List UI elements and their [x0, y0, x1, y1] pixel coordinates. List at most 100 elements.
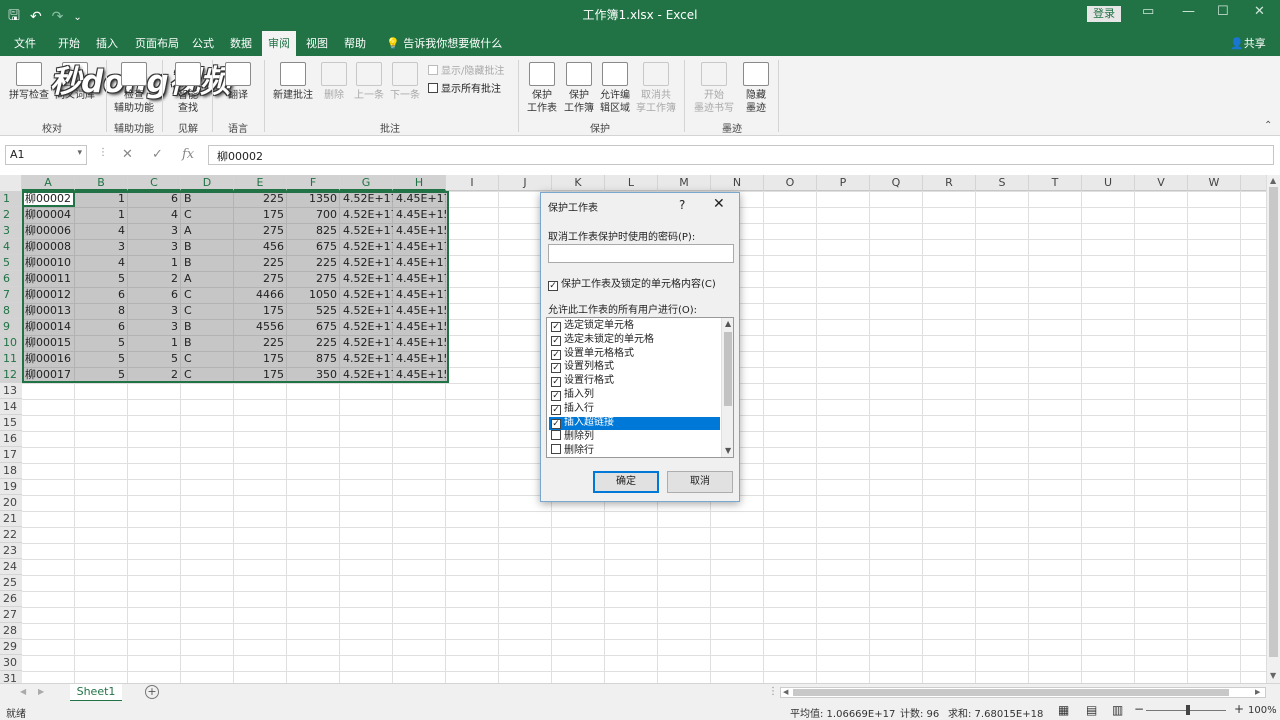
vertical-scroll-thumb[interactable]: [1269, 187, 1278, 657]
cell-g3[interactable]: 4.52E+17: [340, 223, 393, 239]
cell-f12[interactable]: 350: [287, 367, 340, 383]
next-comment-button[interactable]: 下一条: [388, 62, 422, 102]
row-header-12[interactable]: 12: [0, 367, 22, 383]
checkbox-checked-icon[interactable]: ✓: [551, 377, 561, 388]
cell-c1[interactable]: 6: [128, 191, 181, 207]
row-header-24[interactable]: 24: [0, 559, 22, 575]
cell-b5[interactable]: 4: [75, 255, 128, 271]
tell-me-box[interactable]: 💡 告诉我你想要做什么: [386, 35, 502, 51]
protect-workbook-button[interactable]: 保护 工作簿: [561, 62, 597, 115]
cell-f1[interactable]: 1350: [287, 191, 340, 207]
column-header-v[interactable]: V: [1135, 175, 1188, 191]
cell-e1[interactable]: 225: [234, 191, 287, 207]
cell-h12[interactable]: 4.45E+15: [393, 367, 446, 383]
checkbox-checked-icon[interactable]: ✓: [551, 404, 561, 415]
cell-d10[interactable]: B: [181, 335, 234, 351]
cell-h9[interactable]: 4.45E+15: [393, 319, 446, 335]
scroll-right-icon[interactable]: ▶: [1255, 688, 1260, 696]
cell-e2[interactable]: 175: [234, 207, 287, 223]
checkbox-checked-icon[interactable]: ✓: [551, 363, 561, 374]
row-header-16[interactable]: 16: [0, 431, 22, 447]
cell-e10[interactable]: 225: [234, 335, 287, 351]
cell-a11[interactable]: 柳00016: [22, 351, 75, 367]
column-header-l[interactable]: L: [605, 175, 658, 191]
column-header-n[interactable]: N: [711, 175, 764, 191]
cell-f8[interactable]: 525: [287, 303, 340, 319]
cell-e9[interactable]: 4556: [234, 319, 287, 335]
help-icon[interactable]: ?: [679, 198, 685, 212]
cell-b8[interactable]: 8: [75, 303, 128, 319]
select-all-corner[interactable]: [0, 175, 22, 191]
cell-d9[interactable]: B: [181, 319, 234, 335]
chevron-up-icon[interactable]: ▲: [725, 319, 731, 328]
permission-item[interactable]: ✓ 选定未锁定的单元格: [549, 334, 720, 347]
cell-e5[interactable]: 225: [234, 255, 287, 271]
cell-d3[interactable]: A: [181, 223, 234, 239]
cell-a10[interactable]: 柳00015: [22, 335, 75, 351]
row-header-13[interactable]: 13: [0, 383, 22, 399]
cell-c10[interactable]: 1: [128, 335, 181, 351]
row-header-29[interactable]: 29: [0, 639, 22, 655]
cell-a1[interactable]: 柳00002: [22, 191, 75, 207]
cell-a7[interactable]: 柳00012: [22, 287, 75, 303]
tab-view[interactable]: 视图: [306, 35, 328, 51]
list-scrollbar[interactable]: ▲ ▼: [721, 318, 733, 457]
login-button[interactable]: 登录: [1087, 6, 1121, 22]
checkbox-checked-icon[interactable]: ✓: [551, 349, 561, 360]
cell-g6[interactable]: 4.52E+17: [340, 271, 393, 287]
row-header-18[interactable]: 18: [0, 463, 22, 479]
allow-edit-ranges-button[interactable]: 允许编 辑区域: [597, 62, 633, 115]
row-header-11[interactable]: 11: [0, 351, 22, 367]
cell-f5[interactable]: 225: [287, 255, 340, 271]
cell-b1[interactable]: 1: [75, 191, 128, 207]
dialog-close-icon[interactable]: ✕: [713, 196, 725, 212]
row-header-5[interactable]: 5: [0, 255, 22, 271]
sheet-tab-sheet1[interactable]: Sheet1: [70, 684, 122, 702]
column-header-h[interactable]: H: [393, 175, 446, 191]
cell-e6[interactable]: 275: [234, 271, 287, 287]
row-header-20[interactable]: 20: [0, 495, 22, 511]
cell-b7[interactable]: 6: [75, 287, 128, 303]
cell-h6[interactable]: 4.45E+17: [393, 271, 446, 287]
cell-f3[interactable]: 825: [287, 223, 340, 239]
row-header-1[interactable]: 1: [0, 191, 22, 207]
cell-e3[interactable]: 275: [234, 223, 287, 239]
cell-a2[interactable]: 柳00004: [22, 207, 75, 223]
cell-b9[interactable]: 6: [75, 319, 128, 335]
tab-help[interactable]: 帮助: [344, 35, 366, 51]
cell-f4[interactable]: 675: [287, 239, 340, 255]
column-header-q[interactable]: Q: [870, 175, 923, 191]
cell-h1[interactable]: 4.45E+17: [393, 191, 446, 207]
row-header-3[interactable]: 3: [0, 223, 22, 239]
cell-b4[interactable]: 3: [75, 239, 128, 255]
cell-a8[interactable]: 柳00013: [22, 303, 75, 319]
row-header-22[interactable]: 22: [0, 527, 22, 543]
start-inking-button[interactable]: 开始 墨迹书写: [692, 62, 736, 115]
cell-g11[interactable]: 4.52E+17: [340, 351, 393, 367]
column-header-j[interactable]: J: [499, 175, 552, 191]
row-header-27[interactable]: 27: [0, 607, 22, 623]
cell-f2[interactable]: 700: [287, 207, 340, 223]
permission-item[interactable]: ✓ 插入列: [549, 389, 720, 402]
permission-item[interactable]: 删除列: [549, 430, 720, 443]
cell-b11[interactable]: 5: [75, 351, 128, 367]
row-header-30[interactable]: 30: [0, 655, 22, 671]
cell-d4[interactable]: B: [181, 239, 234, 255]
permission-item[interactable]: 删除行: [549, 444, 720, 457]
column-header-t[interactable]: T: [1029, 175, 1082, 191]
cell-g12[interactable]: 4.52E+17: [340, 367, 393, 383]
chevron-down-icon[interactable]: ▼: [725, 446, 731, 455]
zoom-level[interactable]: 100%: [1248, 705, 1277, 716]
row-header-31[interactable]: 31: [0, 671, 22, 683]
column-header-r[interactable]: R: [923, 175, 976, 191]
column-header-g[interactable]: G: [340, 175, 393, 191]
spell-check-button[interactable]: 拼写检查: [8, 62, 50, 102]
checkbox-checked-icon[interactable]: ✓: [551, 391, 561, 401]
cell-c5[interactable]: 1: [128, 255, 181, 271]
row-header-21[interactable]: 21: [0, 511, 22, 527]
cell-e11[interactable]: 175: [234, 351, 287, 367]
ok-button[interactable]: 确定: [593, 471, 659, 493]
cell-h5[interactable]: 4.45E+17: [393, 255, 446, 271]
cell-g5[interactable]: 4.52E+17: [340, 255, 393, 271]
cell-h7[interactable]: 4.45E+17: [393, 287, 446, 303]
